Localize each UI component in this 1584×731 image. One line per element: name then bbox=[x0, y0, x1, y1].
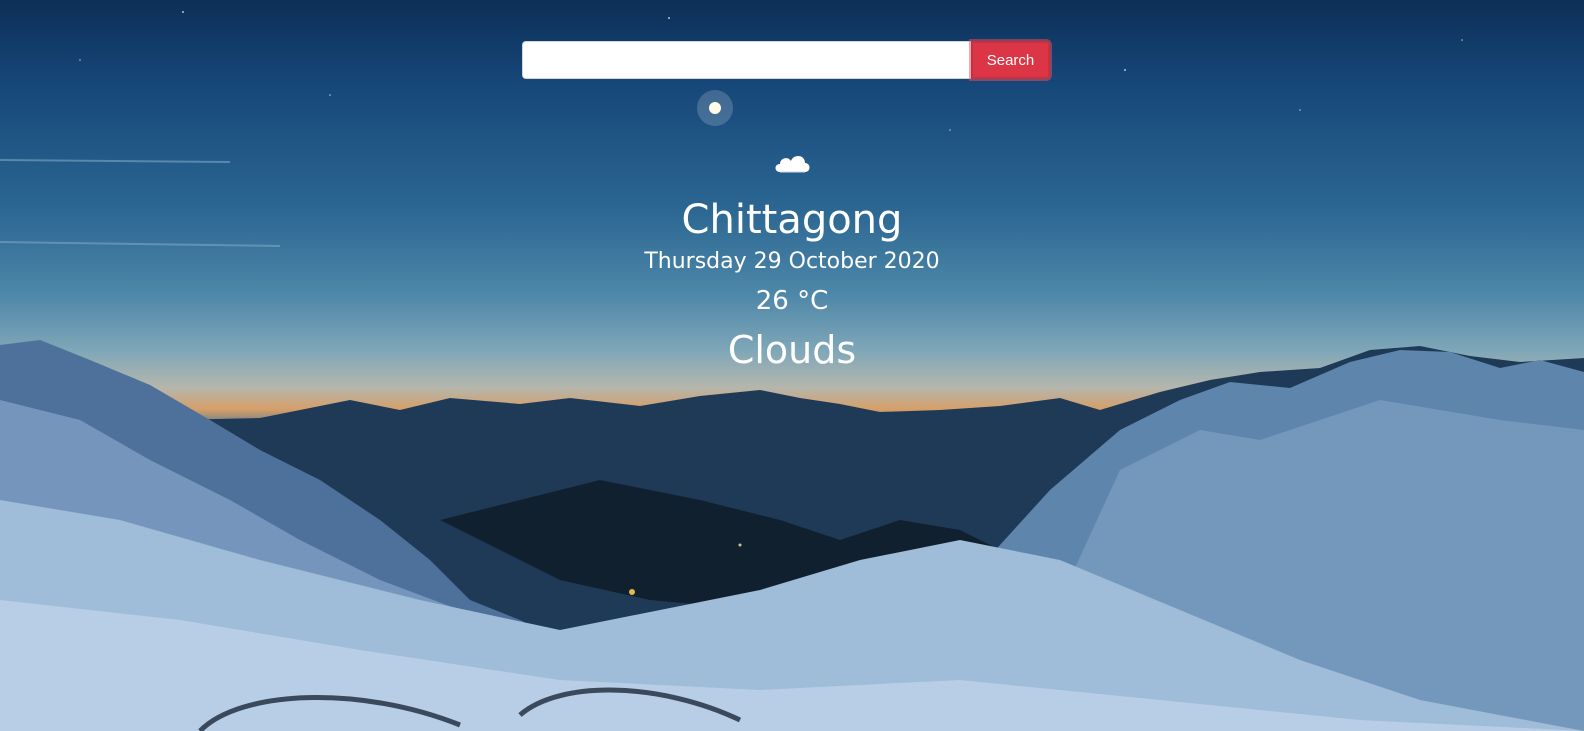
search-button[interactable]: Search bbox=[971, 41, 1050, 79]
search-bar: Search bbox=[522, 41, 1050, 79]
current-date: Thursday 29 October 2020 bbox=[644, 249, 940, 274]
cloud-icon bbox=[775, 155, 810, 173]
temperature: 26 °C bbox=[755, 286, 829, 316]
weather-condition: Clouds bbox=[727, 328, 857, 372]
weather-app-page: Search Chittagong Thursday 29 October 20… bbox=[0, 0, 1584, 731]
city-name: Chittagong bbox=[681, 197, 903, 243]
weather-panel: Chittagong Thursday 29 October 2020 26 °… bbox=[0, 146, 1584, 374]
city-search-input[interactable] bbox=[522, 41, 971, 79]
